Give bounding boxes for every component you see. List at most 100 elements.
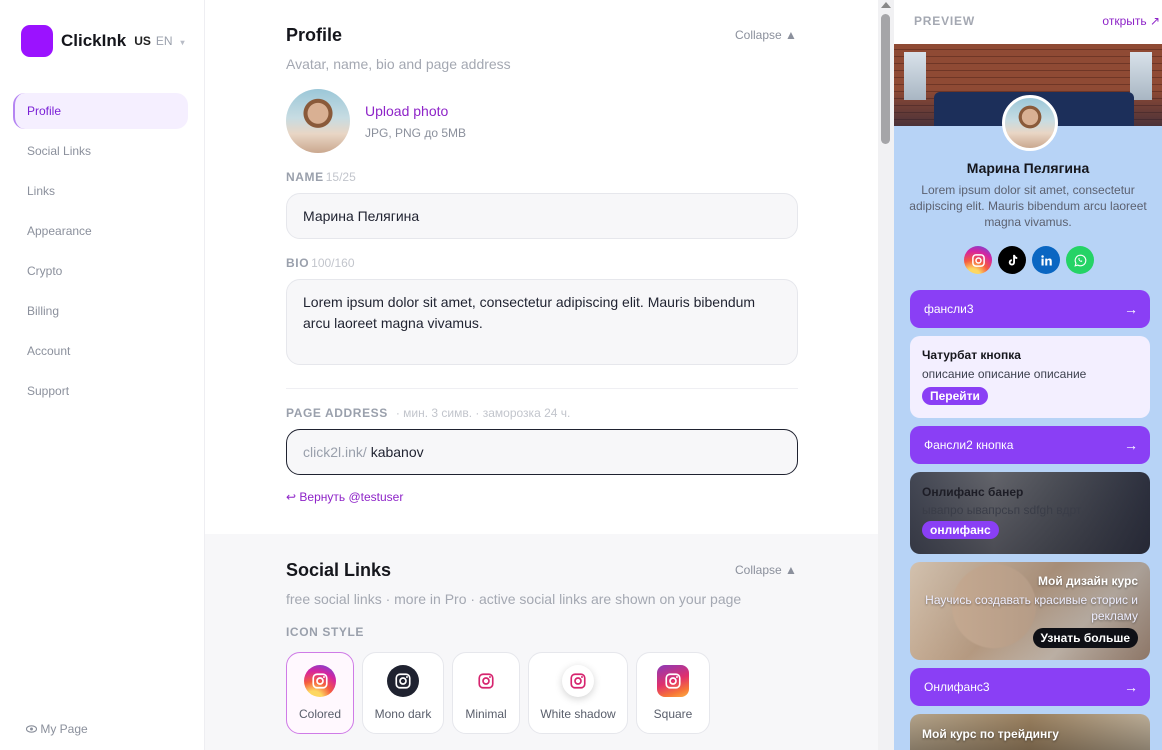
- preview-bio: Lorem ipsum dolor sit amet, consectetur …: [909, 183, 1147, 229]
- preview-link-button[interactable]: Фансли2 кнопка →: [910, 426, 1150, 464]
- language-flag-label: US: [134, 34, 151, 48]
- whatsapp-icon[interactable]: [1066, 246, 1094, 274]
- bio-counter: 100/160: [311, 256, 355, 270]
- tiktok-icon[interactable]: [998, 246, 1026, 274]
- my-page-link[interactable]: My Page: [25, 722, 88, 736]
- preview-card-title: Чатурбат кнопка: [922, 348, 1021, 362]
- chevron-down-icon: ▾: [180, 38, 185, 47]
- icon-style-label-square: Square: [653, 707, 693, 721]
- bio-field[interactable]: Lorem ipsum dolor sit amet, consectetur …: [286, 279, 798, 365]
- sidebar: ClickInk US EN ▾ Profile Social Links Link…: [0, 0, 205, 750]
- preview-name: Марина Пелягина: [966, 160, 1090, 176]
- profile-subtitle: Avatar, name, bio and page address: [286, 56, 511, 72]
- instagram-icon: [657, 665, 689, 697]
- social-collapse-button[interactable]: Collapse ▲: [735, 563, 797, 577]
- brand-name: ClickInk: [61, 31, 127, 50]
- sidebar-item-links[interactable]: Links: [13, 173, 188, 209]
- arrow-right-icon: →: [1124, 437, 1138, 453]
- instagram-icon: [562, 665, 594, 697]
- preview-avatar: [1002, 95, 1058, 151]
- main-content: Profile Collapse ▲ Avatar, name, bio and…: [205, 0, 878, 750]
- preview-header: PREVIEW открыть ↗: [894, 0, 1162, 44]
- icon-style-options: Colored Mono dark Minimal White shadow S…: [286, 652, 710, 734]
- icon-style-label-minimal: Minimal: [465, 707, 507, 721]
- page-address-hint: · мин. 3 симв. · заморозка 24 ч.: [395, 406, 571, 420]
- preview-link-label: фансли3: [924, 302, 974, 316]
- icon-style-label-mono-dark: Mono dark: [374, 707, 432, 721]
- divider: [286, 388, 798, 389]
- sidebar-item-social-links[interactable]: Social Links: [13, 133, 188, 169]
- preview-panel: PREVIEW открыть ↗ Марина Пелягина Lorem …: [894, 0, 1162, 750]
- profile-collapse-button[interactable]: Collapse ▲: [735, 28, 797, 42]
- instagram-icon: [304, 665, 336, 697]
- instagram-icon: [387, 665, 419, 697]
- page-address-prefix: click2l.ink/: [303, 444, 367, 460]
- preview-link-button[interactable]: Онлифанс3 →: [910, 668, 1150, 706]
- page-address-label: PAGE ADDRESS · мин. 3 симв. · заморозка …: [286, 406, 570, 420]
- icon-style-label: ICON STYLE: [286, 625, 365, 639]
- bio-label-text: BIO: [286, 256, 310, 270]
- page-address-label-text: PAGE ADDRESS: [286, 406, 388, 420]
- icon-style-minimal[interactable]: Minimal: [452, 652, 520, 734]
- language-selector[interactable]: US EN ▾: [134, 34, 184, 48]
- sidebar-item-appearance[interactable]: Appearance: [13, 213, 188, 249]
- open-preview-link[interactable]: открыть ↗: [1102, 14, 1160, 28]
- preview-course-cta[interactable]: Узнать больше: [1032, 628, 1138, 648]
- preview-card-cta[interactable]: Перейти: [922, 387, 988, 405]
- main-scrollbar[interactable]: [878, 0, 894, 750]
- sidebar-nav: Profile Social Links Links Appearance Cr…: [13, 93, 188, 413]
- icon-style-square[interactable]: Square: [636, 652, 710, 734]
- preview-banner-title: Онлифанс банер: [922, 485, 1024, 499]
- preview-link-button[interactable]: фансли3 →: [910, 290, 1150, 328]
- preview-banner-description: ывапро ывапрсьп sdfgh вдрт: [922, 503, 1082, 517]
- arrow-right-icon: →: [1124, 301, 1138, 317]
- name-counter: 15/25: [325, 170, 356, 184]
- preview-label: PREVIEW: [914, 14, 975, 28]
- icon-style-label-colored: Colored: [298, 707, 342, 721]
- icon-style-white-shadow[interactable]: White shadow: [528, 652, 628, 734]
- icon-style-label-white-shadow: White shadow: [540, 707, 616, 721]
- name-label-text: NAME: [286, 170, 324, 184]
- preview-banner-cta[interactable]: онлифанс: [922, 521, 999, 539]
- avatar[interactable]: [286, 89, 350, 153]
- page-address-field[interactable]: click2l.ink/ kabanov: [286, 429, 798, 475]
- preview-card-button[interactable]: Чатурбат кнопка описание описание описан…: [910, 336, 1150, 418]
- scroll-up-arrow-icon[interactable]: [881, 2, 891, 8]
- preview-course-banner[interactable]: Мой дизайн курс Научись создавать красив…: [910, 562, 1150, 660]
- profile-section-title: Profile: [286, 25, 343, 45]
- page-address-value: kabanov: [370, 444, 424, 460]
- linkedin-icon[interactable]: [1032, 246, 1060, 274]
- preview-link-label: Онлифанс3: [924, 680, 990, 694]
- language-code: EN: [155, 34, 173, 48]
- preview-link-label: Фансли2 кнопка: [924, 438, 1014, 452]
- sidebar-item-support[interactable]: Support: [13, 373, 188, 409]
- preview-banner[interactable]: Онлифанс банер ывапро ывапрсьп sdfgh вдр…: [910, 472, 1150, 554]
- sidebar-item-crypto[interactable]: Crypto: [13, 253, 188, 289]
- icon-style-mono-dark[interactable]: Mono dark: [362, 652, 444, 734]
- upload-hint: JPG, PNG до 5MB: [365, 126, 467, 140]
- preview-trading-banner[interactable]: Мой курс по трейдингу: [910, 714, 1150, 750]
- sidebar-item-account[interactable]: Account: [13, 333, 188, 369]
- name-label: NAME 15/25: [286, 170, 356, 184]
- upload-photo-link[interactable]: Upload photo: [365, 103, 448, 119]
- icon-style-colored[interactable]: Colored: [286, 652, 354, 734]
- preview-card-description: описание описание описание: [922, 367, 1087, 381]
- instagram-icon: [470, 665, 502, 697]
- cover-window: [1130, 52, 1152, 100]
- sidebar-item-billing[interactable]: Billing: [13, 293, 188, 329]
- brand-logo: [21, 25, 53, 57]
- cover-window: [904, 52, 926, 100]
- preview-course-title: Мой дизайн курс: [1038, 574, 1138, 588]
- eye-icon: [25, 725, 38, 733]
- scroll-thumb[interactable]: [881, 14, 890, 144]
- my-page-label: My Page: [40, 722, 88, 736]
- social-section-title: Social Links: [286, 560, 392, 580]
- brand[interactable]: ClickInk US EN ▾: [21, 25, 185, 57]
- preview-course-description: Научись создавать красивые сторис и рекл…: [925, 593, 1138, 623]
- social-subtitle: free social links · more in Pro · active…: [286, 591, 742, 607]
- revert-address-link[interactable]: ↩ Вернуть @testuser: [286, 490, 403, 504]
- instagram-icon[interactable]: [964, 246, 992, 274]
- sidebar-item-profile[interactable]: Profile: [13, 93, 188, 129]
- name-field[interactable]: Марина Пелягина: [286, 193, 798, 239]
- preview-social-icons: [964, 246, 1094, 274]
